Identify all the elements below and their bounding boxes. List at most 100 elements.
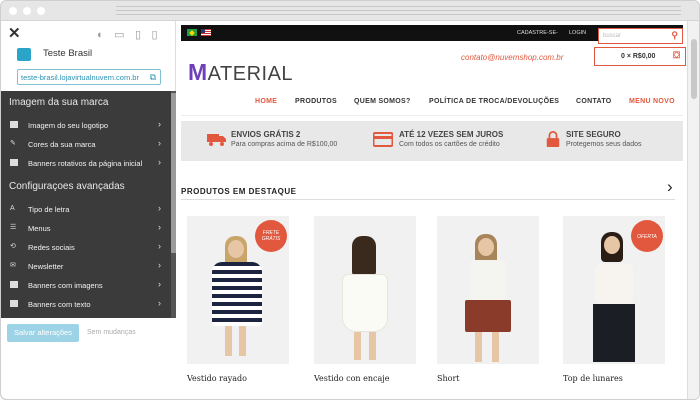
image-icon <box>10 300 18 307</box>
product-image[interactable]: FRETE GRÁTIS <box>187 216 289 364</box>
figure-jeans <box>593 304 635 362</box>
feature-subtitle: Para compras acima de R$100,00 <box>231 141 338 148</box>
menu-item-social[interactable]: ⟲ Redes sociais › <box>1 239 171 258</box>
chevron-right-icon: › <box>158 138 161 148</box>
menu-item-menus[interactable]: ☰ Menus › <box>1 220 171 239</box>
flag-us-icon[interactable] <box>201 29 211 36</box>
figure-shorts <box>465 300 511 332</box>
menu-item-font[interactable]: A Tipo de letra › <box>1 201 171 220</box>
nav-new-menu[interactable]: MENU NOVO <box>629 98 675 105</box>
menu-item-colors[interactable]: ✎ Cores da sua marca › <box>1 136 171 155</box>
save-button[interactable]: Salvar alterações <box>7 324 79 342</box>
chevron-right-icon: › <box>158 222 161 232</box>
tablet-icon[interactable]: ▯ <box>135 28 141 41</box>
topbar-separator: - <box>556 30 558 36</box>
nav-contact[interactable]: CONTATO <box>576 98 612 105</box>
chevron-right-icon: › <box>158 298 161 308</box>
external-link-icon[interactable]: ⧉ <box>150 72 156 83</box>
chevron-right-icon[interactable]: › <box>667 177 673 197</box>
lock-icon <box>546 131 560 147</box>
product-image[interactable]: OFERTA <box>563 216 665 364</box>
menu-item-label: Banners com texto <box>28 300 91 309</box>
feature-title: ATÉ 12 VEZES SEM JUROS <box>399 130 504 139</box>
product-image[interactable] <box>314 216 416 364</box>
menu-item-label: Banners com imagens <box>28 281 103 290</box>
mobile-icon[interactable]: ▯ <box>151 28 157 41</box>
search-icon[interactable]: ⚲ <box>671 30 678 41</box>
product-name[interactable]: Vestido rayado <box>187 374 247 383</box>
figure-leg <box>239 326 246 356</box>
product-name[interactable]: Top de lunares <box>563 374 623 383</box>
menu-item-logo[interactable]: Imagem do seu logotipo › <box>1 117 171 136</box>
window-close-dot[interactable] <box>9 7 17 15</box>
figure-head <box>478 238 494 256</box>
figure-dress <box>212 262 262 326</box>
figure-hair <box>352 236 376 276</box>
figure-leg <box>475 332 482 362</box>
product-name[interactable]: Vestido con encaje <box>314 374 389 383</box>
logo-initial: M <box>188 59 208 85</box>
editor-footer: Salvar alterações Sem mudanças <box>1 318 176 399</box>
nav-returns[interactable]: POLÍTICA DE TROCA/DEVOLUÇÕES <box>429 98 559 105</box>
store-name: Teste Brasil <box>43 48 93 59</box>
product-name[interactable]: Short <box>437 374 460 383</box>
nav-home[interactable]: HOME <box>255 98 277 105</box>
menu-item-label: Banners rotativos da página inicial <box>28 159 143 168</box>
store-url-link[interactable]: teste-brasil.lojavirtualnuvem.com.br ⧉ <box>17 69 161 85</box>
nav-products[interactable]: PRODUTOS <box>295 98 337 105</box>
credit-card-icon <box>373 132 393 147</box>
store-logo[interactable]: MATERIAL <box>188 59 293 86</box>
chevron-right-icon: › <box>158 241 161 251</box>
product-card[interactable]: Short <box>437 216 539 383</box>
menu-item-label: Newsletter <box>28 262 64 271</box>
search-input[interactable]: buscar ⚲ <box>598 28 683 44</box>
store-icon <box>17 48 31 61</box>
product-card[interactable]: Vestido con encaje <box>314 216 416 383</box>
editor-panel: ✕ ◐ ▭ ▯ ▯ Teste Brasil teste-brasil.loja… <box>1 21 176 399</box>
register-link[interactable]: CADASTRE-SE <box>517 30 556 36</box>
login-link[interactable]: LOGIN <box>569 30 586 36</box>
menu-item-newsletter[interactable]: ✉ Newsletter › <box>1 258 171 277</box>
image-icon <box>10 159 18 166</box>
contact-email[interactable]: contato@nuvemshop.com.br <box>461 53 563 62</box>
shipping-badge: FRETE GRÁTIS <box>255 220 287 252</box>
no-changes-status: Sem mudanças <box>87 329 136 336</box>
menu-item-text-banners[interactable]: Banners com texto › <box>1 296 171 315</box>
menu-item-banners-home[interactable]: Banners rotativos da página inicial › <box>1 155 171 174</box>
chevron-right-icon: › <box>158 260 161 270</box>
flag-brazil-icon[interactable] <box>187 29 197 36</box>
feature-title: SITE SEGURO <box>566 130 621 139</box>
image-icon <box>10 121 18 128</box>
featured-products-title: PRODUTOS EM DESTAQUE <box>181 187 297 196</box>
address-bar-lines <box>116 5 681 17</box>
store-topbar: CADASTRE-SE - LOGIN buscar ⚲ <box>181 25 683 44</box>
figure-head <box>228 240 244 258</box>
product-card[interactable]: FRETE GRÁTIS Vestido rayado <box>187 216 289 383</box>
panel-scrollbar-thumb[interactable] <box>171 93 176 253</box>
sale-badge: OFERTA <box>631 220 663 252</box>
list-icon: ☰ <box>10 224 17 231</box>
product-image[interactable] <box>437 216 539 364</box>
store-url-text[interactable]: teste-brasil.lojavirtualnuvem.com.br <box>21 73 139 82</box>
window-minimize-dot[interactable] <box>23 7 31 15</box>
figure-head <box>604 236 620 254</box>
nav-about[interactable]: QUEM SOMOS? <box>354 98 411 105</box>
palette-icon[interactable]: ◐ <box>97 29 104 41</box>
chevron-right-icon: › <box>158 119 161 129</box>
close-icon[interactable]: ✕ <box>8 24 21 42</box>
figure-leg <box>369 332 376 360</box>
preview-scrollbar[interactable] <box>687 21 699 399</box>
search-placeholder: buscar <box>603 33 622 39</box>
window-maximize-dot[interactable] <box>37 7 45 15</box>
figure-leg <box>225 326 232 356</box>
product-card[interactable]: OFERTA Top de lunares <box>563 216 665 383</box>
logo-rest: ATERIAL <box>207 63 294 85</box>
desktop-icon[interactable]: ▭ <box>114 28 124 41</box>
editor-header: ✕ ◐ ▭ ▯ ▯ Teste Brasil teste-brasil.loja… <box>1 21 176 91</box>
menu-item-image-banners[interactable]: Banners com imagens › <box>1 277 171 296</box>
figure-top <box>595 264 633 304</box>
chevron-right-icon: › <box>158 203 161 213</box>
features-bar: ENVIOS GRÁTIS 2 Para compras acima de R$… <box>181 121 683 161</box>
cart-button[interactable]: 0 × R$0,00 ⛋ <box>594 47 686 66</box>
preview-scrollbar-thumb[interactable] <box>691 39 697 99</box>
